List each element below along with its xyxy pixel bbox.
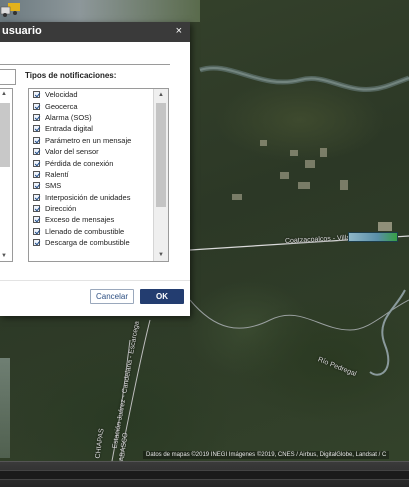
map-attribution: Datos de mapas ©2019 INEGI Imágenes ©201… — [143, 451, 390, 459]
notification-type-item[interactable]: Exceso de mensajes — [29, 214, 153, 225]
notification-type-label: Alarma (SOS) — [45, 112, 92, 122]
checkbox-checked[interactable] — [33, 216, 40, 224]
notification-type-label: Dirección — [45, 204, 77, 214]
close-icon[interactable]: × — [176, 25, 182, 37]
notification-type-item[interactable]: Entrada digital — [29, 123, 153, 134]
unit-label[interactable] — [348, 232, 398, 242]
checkbox-checked[interactable] — [33, 113, 40, 121]
notification-type-item[interactable]: Geocerca — [29, 100, 153, 111]
dialog-header: usuario × — [0, 22, 190, 42]
scrollbar-thumb[interactable] — [156, 103, 166, 207]
notification-type-item[interactable]: Velocidad — [29, 89, 153, 100]
notification-type-item[interactable]: Alarma (SOS) — [29, 112, 153, 123]
checkbox-checked[interactable] — [33, 136, 40, 144]
checkbox-checked[interactable] — [33, 182, 40, 190]
notification-type-item[interactable]: Descarga de combustible — [29, 237, 153, 248]
notification-type-item[interactable]: Interposición de unidades — [29, 192, 153, 203]
notification-type-label: Valor del sensor — [45, 147, 99, 157]
notification-type-item[interactable]: Llenado de combustible — [29, 226, 153, 237]
scroll-down-icon[interactable]: ▼ — [1, 253, 7, 259]
notification-type-label: Pérdida de conexión — [45, 158, 114, 168]
cancel-button[interactable]: Cancelar — [90, 289, 134, 304]
notification-type-label: Exceso de mensajes — [45, 215, 115, 225]
left-listbox[interactable]: ▲ ▼ — [0, 88, 13, 262]
checkbox-checked[interactable] — [33, 125, 40, 133]
user-notification-dialog: usuario × Tipos de notificaciones: ▲ ▼ V… — [0, 22, 190, 316]
notification-type-item[interactable]: Ralentí — [29, 169, 153, 180]
notification-type-label: Velocidad — [45, 90, 78, 100]
checkbox-checked[interactable] — [33, 193, 40, 201]
notification-type-label: Interposición de unidades — [45, 192, 131, 202]
notification-type-label: Descarga de combustible — [45, 238, 130, 248]
notification-type-item[interactable]: SMS — [29, 180, 153, 191]
notification-type-label: Entrada digital — [45, 124, 93, 134]
footer-divider — [0, 280, 190, 281]
checkbox-checked[interactable] — [33, 148, 40, 156]
map-side-thumbnail[interactable] — [0, 358, 10, 458]
notification-type-item[interactable]: Dirección — [29, 203, 153, 214]
checkbox-checked[interactable] — [33, 91, 40, 99]
notification-type-label: Ralentí — [45, 169, 69, 179]
notification-type-item[interactable]: Pérdida de conexión — [29, 157, 153, 168]
checkbox-checked[interactable] — [33, 159, 40, 167]
scroll-up-icon[interactable]: ▲ — [1, 91, 7, 97]
notifications-label: Tipos de notificaciones: — [25, 71, 117, 80]
scrollbar-thumb[interactable] — [0, 103, 10, 167]
truck-icon[interactable] — [0, 0, 22, 18]
notification-type-label: Parámetro en un mensaje — [45, 135, 132, 145]
dialog-divider — [0, 64, 170, 65]
dialog-title: usuario — [2, 25, 42, 37]
checkbox-checked[interactable] — [33, 170, 40, 178]
notification-type-item[interactable]: Valor del sensor — [29, 146, 153, 157]
checkbox-checked[interactable] — [33, 227, 40, 235]
bottom-toolbar-track — [0, 470, 409, 480]
ok-button[interactable]: OK — [140, 289, 184, 304]
notification-type-item[interactable]: Parámetro en un mensaje — [29, 135, 153, 146]
scroll-up-icon[interactable]: ▲ — [158, 92, 164, 98]
checkbox-checked[interactable] — [33, 102, 40, 110]
notification-type-label: Llenado de combustible — [45, 226, 125, 236]
notification-type-label: SMS — [45, 181, 62, 191]
notification-items: Velocidad Geocerca Alarma (SOS) Entrada dig… — [29, 89, 153, 248]
checkbox-checked[interactable] — [33, 205, 40, 213]
notification-types-list[interactable]: Velocidad Geocerca Alarma (SOS) Entrada dig… — [28, 88, 169, 262]
notification-scrollbar[interactable]: ▲ ▼ — [153, 89, 168, 261]
scroll-down-icon[interactable]: ▼ — [158, 252, 164, 258]
text-field[interactable] — [0, 69, 16, 85]
bottom-toolbar — [0, 461, 409, 487]
checkbox-checked[interactable] — [33, 239, 40, 247]
notification-type-label: Geocerca — [45, 101, 78, 111]
